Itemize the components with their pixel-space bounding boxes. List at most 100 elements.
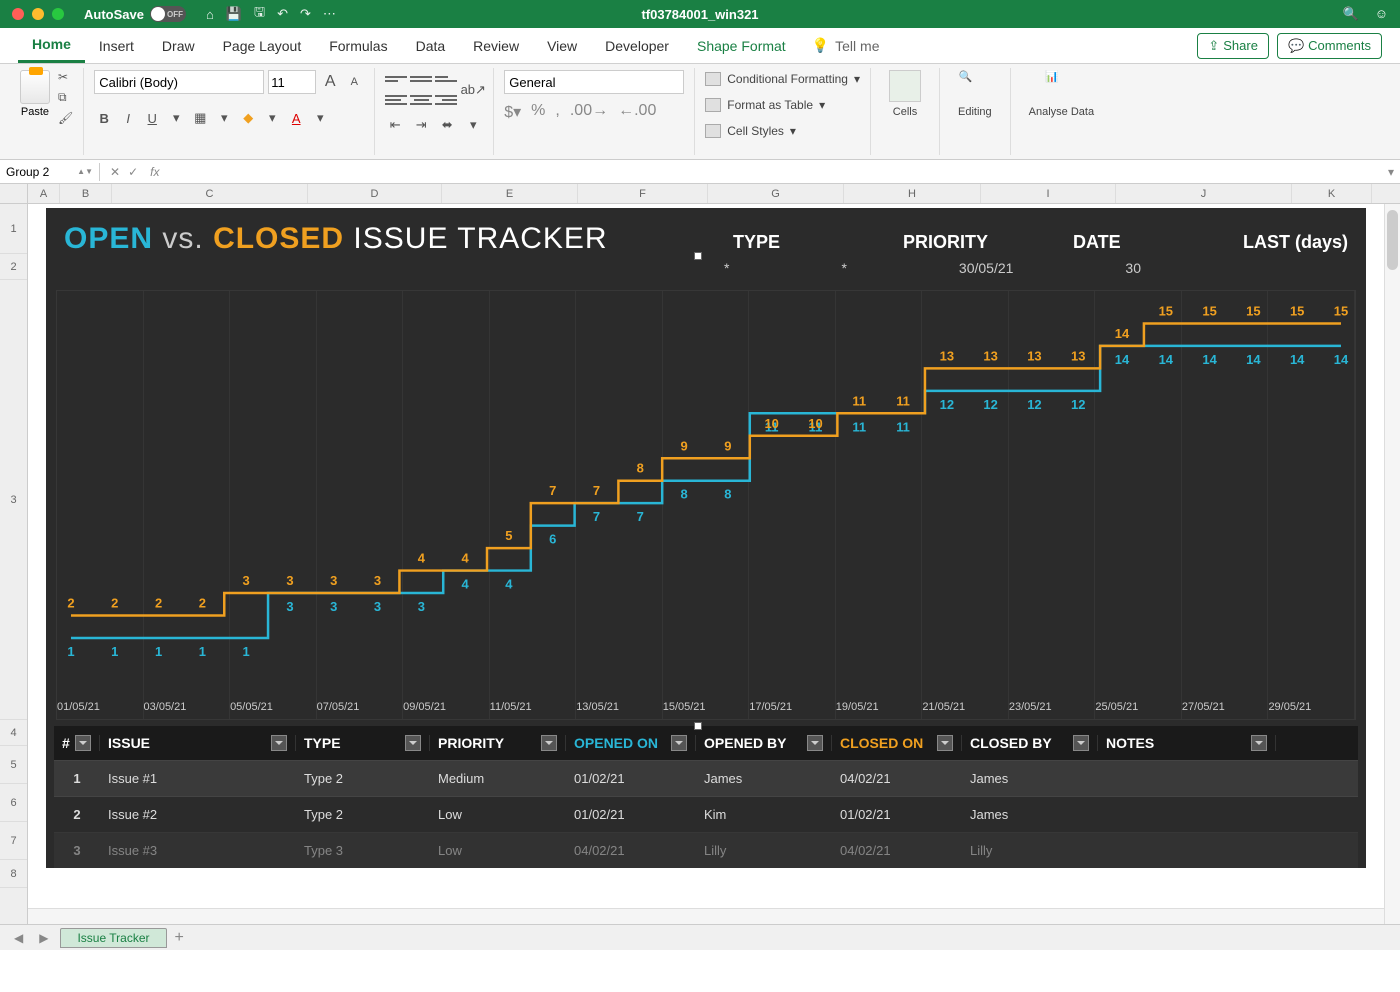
- select-all-corner[interactable]: [0, 184, 28, 203]
- decrease-indent-icon[interactable]: ⇤: [385, 115, 405, 135]
- next-sheet-icon[interactable]: ▶: [35, 931, 52, 945]
- col-E[interactable]: E: [442, 184, 578, 203]
- th-type[interactable]: TYPE: [296, 735, 430, 751]
- row-3[interactable]: 3: [0, 280, 27, 720]
- analyse-data-button[interactable]: 📊Analyse Data: [1021, 70, 1102, 118]
- chevron-down-icon[interactable]: ▾: [310, 108, 330, 128]
- th-priority[interactable]: PRIORITY: [430, 735, 566, 751]
- enter-formula-icon[interactable]: ✓: [128, 165, 138, 179]
- undo-icon[interactable]: ↶: [277, 6, 288, 22]
- underline-button[interactable]: U: [142, 108, 162, 128]
- col-J[interactable]: J: [1116, 184, 1292, 203]
- save-icon[interactable]: 💾: [226, 6, 242, 22]
- tell-me[interactable]: 💡Tell me: [812, 37, 880, 54]
- comments-button[interactable]: 💬Comments: [1277, 33, 1382, 59]
- conditional-formatting-button[interactable]: Conditional Formatting▾: [705, 72, 860, 86]
- filter-icon[interactable]: [807, 735, 823, 751]
- th-number[interactable]: #: [54, 735, 100, 751]
- decrease-font-icon[interactable]: A: [344, 72, 364, 92]
- row-6[interactable]: 6: [0, 784, 27, 822]
- tab-data[interactable]: Data: [402, 30, 460, 62]
- cancel-formula-icon[interactable]: ✕: [110, 165, 120, 179]
- home-icon[interactable]: ⌂: [206, 7, 214, 22]
- merge-icon[interactable]: ⬌: [437, 115, 457, 135]
- tab-review[interactable]: Review: [459, 30, 533, 62]
- row-5[interactable]: 5: [0, 746, 27, 784]
- sheet-tab[interactable]: Issue Tracker: [60, 928, 166, 948]
- col-D[interactable]: D: [308, 184, 442, 203]
- col-C[interactable]: C: [112, 184, 308, 203]
- borders-icon[interactable]: ▦: [190, 108, 210, 128]
- row-7[interactable]: 7: [0, 822, 27, 860]
- filter-icon[interactable]: [1073, 735, 1089, 751]
- name-box[interactable]: Group 2▲▼: [0, 163, 100, 181]
- account-icon[interactable]: ☺: [1375, 6, 1388, 22]
- cut-icon[interactable]: ✂: [58, 70, 73, 84]
- align-bottom-icon[interactable]: [435, 70, 457, 88]
- filter-icon[interactable]: [541, 735, 557, 751]
- th-issue[interactable]: ISSUE: [100, 735, 296, 751]
- increase-font-icon[interactable]: A: [320, 72, 340, 92]
- fx-icon[interactable]: fx: [150, 165, 159, 179]
- chart[interactable]: 1111133334467788111111111212121214141414…: [56, 290, 1356, 720]
- font-size-select[interactable]: [268, 70, 316, 94]
- filter-icon[interactable]: [1251, 735, 1267, 751]
- redo-icon[interactable]: ↷: [300, 6, 311, 22]
- filter-icon[interactable]: [671, 735, 687, 751]
- scroll-thumb[interactable]: [1387, 210, 1398, 270]
- currency-icon[interactable]: $▾: [504, 102, 521, 122]
- italic-button[interactable]: I: [118, 108, 138, 128]
- window-close-icon[interactable]: [12, 8, 24, 20]
- format-as-table-button[interactable]: Format as Table▾: [705, 98, 825, 112]
- vertical-scrollbar[interactable]: [1384, 204, 1400, 924]
- align-top-icon[interactable]: [385, 70, 407, 88]
- align-middle-icon[interactable]: [410, 70, 432, 88]
- row-4[interactable]: 4: [0, 720, 27, 746]
- tab-draw[interactable]: Draw: [148, 30, 209, 62]
- align-center-icon[interactable]: [410, 91, 432, 109]
- selection-handle-icon[interactable]: [694, 722, 702, 730]
- share-button[interactable]: ⇪Share: [1197, 33, 1269, 59]
- horizontal-scrollbar[interactable]: [28, 908, 1384, 924]
- number-format-select[interactable]: [504, 70, 684, 94]
- search-icon[interactable]: 🔍: [1343, 6, 1359, 22]
- format-painter-icon[interactable]: 🖌: [58, 111, 73, 125]
- th-notes[interactable]: NOTES: [1098, 735, 1276, 751]
- col-H[interactable]: H: [844, 184, 981, 203]
- filter-icon[interactable]: [271, 735, 287, 751]
- orientation-icon[interactable]: ab↗: [463, 80, 483, 100]
- col-A[interactable]: A: [28, 184, 60, 203]
- bold-button[interactable]: B: [94, 108, 114, 128]
- col-B[interactable]: B: [60, 184, 112, 203]
- tab-developer[interactable]: Developer: [591, 30, 683, 62]
- col-G[interactable]: G: [708, 184, 844, 203]
- fill-color-icon[interactable]: ◆: [238, 108, 258, 128]
- table-row[interactable]: 3Issue #3Type 3Low04/02/21Lilly04/02/21L…: [54, 832, 1358, 868]
- issue-tracker-object[interactable]: OPEN vs. CLOSED ISSUE TRACKER TYPE PRIOR…: [46, 208, 1366, 868]
- chevron-down-icon[interactable]: ▾: [214, 108, 234, 128]
- save-as-icon[interactable]: 🖫: [254, 3, 265, 25]
- align-right-icon[interactable]: [435, 91, 457, 109]
- filter-icon[interactable]: [405, 735, 421, 751]
- autosave-toggle[interactable]: OFF: [150, 6, 186, 22]
- add-sheet-icon[interactable]: +: [175, 929, 184, 947]
- th-opened-by[interactable]: OPENED BY: [696, 735, 832, 751]
- chevron-down-icon[interactable]: ▾: [463, 115, 483, 135]
- window-zoom-icon[interactable]: [52, 8, 64, 20]
- increase-indent-icon[interactable]: ⇥: [411, 115, 431, 135]
- selection-handle-icon[interactable]: [694, 252, 702, 260]
- comma-icon[interactable]: ,: [555, 102, 559, 122]
- chevron-down-icon[interactable]: ▾: [262, 108, 282, 128]
- row-2[interactable]: 2: [0, 254, 27, 280]
- font-family-select[interactable]: [94, 70, 264, 94]
- expand-formula-icon[interactable]: ▾: [1382, 165, 1400, 179]
- increase-decimal-icon[interactable]: .00→: [570, 102, 608, 122]
- align-left-icon[interactable]: [385, 91, 407, 109]
- th-closed-by[interactable]: CLOSED BY: [962, 735, 1098, 751]
- cell-styles-button[interactable]: Cell Styles▾: [705, 124, 796, 138]
- row-8[interactable]: 8: [0, 860, 27, 888]
- table-row[interactable]: 2Issue #2Type 2Low01/02/21Kim01/02/21Jam…: [54, 796, 1358, 832]
- percent-icon[interactable]: %: [531, 102, 545, 122]
- window-minimize-icon[interactable]: [32, 8, 44, 20]
- editing-button[interactable]: 🔍Editing: [950, 70, 1000, 118]
